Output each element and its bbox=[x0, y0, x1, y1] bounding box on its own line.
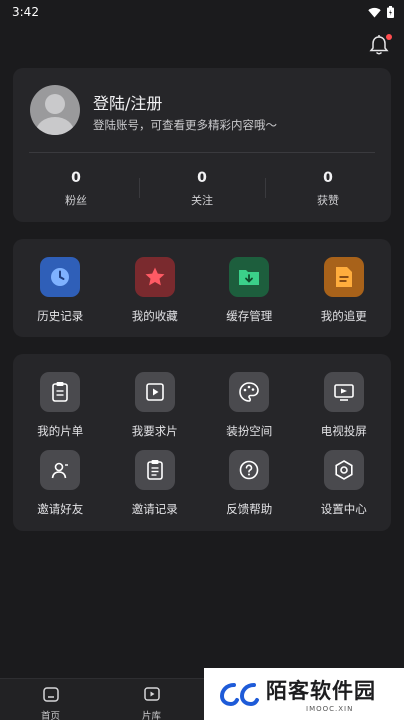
login-register-link[interactable]: 登陆/注册 bbox=[93, 90, 162, 114]
settings-button[interactable]: 设置中心 bbox=[297, 432, 392, 517]
history-button[interactable]: 历史记录 bbox=[13, 239, 108, 324]
stat-value: 0 bbox=[71, 170, 81, 186]
nav-home[interactable]: 首页 bbox=[0, 679, 101, 720]
palette-icon bbox=[229, 372, 270, 412]
following-updates-button[interactable]: 我的追更 bbox=[297, 239, 392, 324]
settings-label: 设置中心 bbox=[320, 502, 367, 516]
battery-icon bbox=[387, 6, 394, 18]
settings-hex-icon bbox=[323, 450, 364, 490]
stat-label: 获赞 bbox=[317, 194, 339, 207]
favorites-button[interactable]: 我的收藏 bbox=[108, 239, 203, 324]
status-bar: 3:42 bbox=[0, 0, 404, 24]
my-playlist-button[interactable]: 我的片单 bbox=[13, 354, 108, 439]
download-folder-icon bbox=[229, 257, 270, 297]
feedback-help-label: 反馈帮助 bbox=[226, 502, 273, 516]
tools-card: 我的片单 我要求片 装扮空间 电视投屏 邀请好友 邀请记录 反馈帮助 设置中心 bbox=[13, 354, 391, 531]
watermark: 陌客软件园 IMOOC.XIN bbox=[204, 668, 404, 720]
feedback-help-button[interactable]: 反馈帮助 bbox=[202, 432, 297, 517]
favorites-label: 我的收藏 bbox=[131, 309, 178, 323]
nav-home-label: 首页 bbox=[40, 711, 60, 720]
stat-following[interactable]: 0 关注 bbox=[139, 170, 265, 208]
watermark-title: 陌客软件园 bbox=[266, 679, 376, 703]
invite-records-button[interactable]: 邀请记录 bbox=[108, 432, 203, 517]
stat-value: 0 bbox=[323, 170, 333, 186]
home-icon bbox=[42, 687, 59, 702]
avatar[interactable] bbox=[30, 85, 80, 135]
star-icon bbox=[134, 257, 175, 297]
wifi-icon bbox=[368, 7, 381, 17]
video-library-icon bbox=[143, 687, 160, 701]
status-icons bbox=[368, 6, 394, 18]
nav-library[interactable]: 片库 bbox=[101, 679, 202, 720]
quick-actions-card: 历史记录 我的收藏 缓存管理 我的追更 bbox=[13, 239, 391, 337]
nav-library-label: 片库 bbox=[141, 711, 161, 720]
profile-card: 登陆/注册 登陆账号，可查看更多精彩内容哦～ 0 粉丝 0 关注 0 获赞 bbox=[13, 68, 391, 222]
cache-label: 缓存管理 bbox=[226, 309, 273, 323]
status-time: 3:42 bbox=[12, 5, 39, 19]
following-updates-label: 我的追更 bbox=[320, 309, 367, 323]
document-icon bbox=[323, 257, 364, 297]
tv-cast-button[interactable]: 电视投屏 bbox=[297, 354, 392, 439]
stat-label: 粉丝 bbox=[65, 194, 87, 207]
stat-fans[interactable]: 0 粉丝 bbox=[13, 170, 139, 208]
notification-badge bbox=[386, 34, 392, 40]
clock-icon bbox=[40, 257, 81, 297]
notification-button[interactable] bbox=[368, 34, 392, 58]
stat-label: 关注 bbox=[191, 194, 213, 207]
dress-up-space-button[interactable]: 装扮空间 bbox=[202, 354, 297, 439]
stat-value: 0 bbox=[197, 170, 207, 186]
clipboard-icon bbox=[40, 372, 81, 412]
invite-records-label: 邀请记录 bbox=[131, 502, 178, 516]
tv-icon bbox=[323, 372, 364, 412]
help-circle-icon bbox=[229, 450, 270, 490]
watermark-logo-icon bbox=[220, 683, 259, 707]
history-label: 历史记录 bbox=[37, 309, 84, 323]
watermark-subtitle: IMOOC.XIN bbox=[306, 705, 354, 713]
cache-button[interactable]: 缓存管理 bbox=[202, 239, 297, 324]
stat-likes[interactable]: 0 获赞 bbox=[265, 170, 391, 208]
invite-friends-label: 邀请好友 bbox=[37, 502, 84, 516]
list-doc-icon bbox=[134, 450, 175, 490]
play-square-icon bbox=[134, 372, 175, 412]
profile-stats: 0 粉丝 0 关注 0 获赞 bbox=[13, 170, 391, 208]
invite-friends-button[interactable]: 邀请好友 bbox=[13, 432, 108, 517]
request-video-button[interactable]: 我要求片 bbox=[108, 354, 203, 439]
divider bbox=[29, 152, 375, 153]
login-subtitle: 登陆账号，可查看更多精彩内容哦～ bbox=[93, 118, 277, 132]
invite-user-icon bbox=[40, 450, 81, 490]
